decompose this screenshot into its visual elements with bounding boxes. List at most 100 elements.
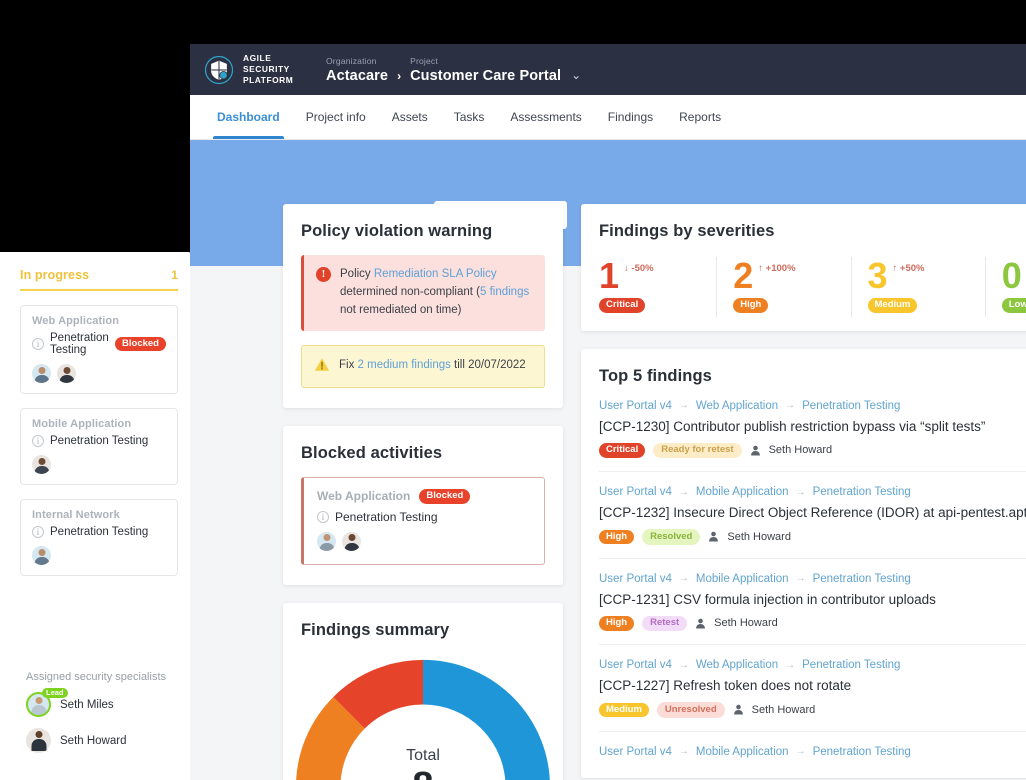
status-badge: Blocked xyxy=(419,489,471,504)
finding-path-asset[interactable]: Web Application xyxy=(696,400,778,412)
finding-path-scope[interactable]: User Portal v4 xyxy=(599,573,672,585)
finding-severity-badge: Medium xyxy=(599,702,649,718)
severity-high[interactable]: 2 ↑ +100% High xyxy=(716,257,850,317)
in-progress-panel-body: In progress 1 Web Application i Penetrat… xyxy=(0,252,192,576)
severity-top: 3 ↑ +50% xyxy=(868,257,985,293)
blocked-activities-title: Blocked activities xyxy=(301,444,443,463)
finding-meta: High Retest Seth Howard Last xyxy=(599,615,1026,632)
policy-violation-card: Policy violation warning ! Policy Remedi… xyxy=(283,204,563,409)
finding-row[interactable]: User Portal v4 → Mobile Application → Pe… xyxy=(599,732,1026,778)
finding-row[interactable]: User Portal v4 → Web Application → Penet… xyxy=(599,386,1026,473)
finding-path-scope[interactable]: User Portal v4 xyxy=(599,746,672,758)
findings-link[interactable]: 5 findings xyxy=(480,286,529,298)
severity-badge: Low xyxy=(1001,298,1026,313)
finding-title[interactable]: [CCP-1232] Insecure Direct Object Refere… xyxy=(599,505,1026,520)
avatar-group xyxy=(32,546,166,565)
finding-meta: Medium Unresolved Seth Howard Last xyxy=(599,702,1026,718)
severity-badge: Critical xyxy=(599,298,646,313)
avatar xyxy=(32,546,51,565)
finding-path-activity[interactable]: Penetration Testing xyxy=(802,400,900,412)
finding-row[interactable]: User Portal v4 → Mobile Application → Pe… xyxy=(599,472,1026,559)
avatar-group xyxy=(32,455,166,474)
tab-dashboard[interactable]: Dashboard xyxy=(204,95,293,139)
warning-triangle-icon xyxy=(314,358,330,372)
findings-donut-wrap: Total 8 findings xyxy=(295,656,551,780)
severity-medium[interactable]: 3 ↑ +50% Medium xyxy=(850,257,985,317)
tab-assets[interactable]: Assets xyxy=(379,95,441,139)
chevron-down-icon[interactable]: ⌄ xyxy=(571,68,581,84)
severity-count: 0 xyxy=(1001,255,1022,296)
finding-row[interactable]: User Portal v4 → Mobile Application → Pe… xyxy=(599,559,1026,646)
policy-link[interactable]: Remediation SLA Policy xyxy=(374,268,497,280)
finding-path-activity[interactable]: Penetration Testing xyxy=(813,486,911,498)
specialist-row[interactable]: Lead Seth Miles xyxy=(26,688,178,717)
info-icon: i xyxy=(317,510,329,523)
finding-path-scope[interactable]: User Portal v4 xyxy=(599,486,672,498)
tab-label: Project info xyxy=(305,110,366,124)
exclamation-circle-icon: ! xyxy=(316,267,331,282)
finding-path-activity[interactable]: Penetration Testing xyxy=(813,573,911,585)
in-progress-header: In progress 1 xyxy=(20,268,178,291)
in-progress-card[interactable]: Web Application i Penetration Testing Bl… xyxy=(20,305,178,394)
avatar-group xyxy=(317,531,531,551)
assigned-specialists-title: Assigned security specialists xyxy=(26,671,167,683)
finding-path-scope[interactable]: User Portal v4 xyxy=(599,400,672,412)
tab-project-info[interactable]: Project info xyxy=(293,95,379,139)
finding-breadcrumb: User Portal v4 → Web Application → Penet… xyxy=(599,659,1026,671)
dashboard-columns: Policy violation warning ! Policy Remedi… xyxy=(190,204,1026,780)
finding-path-asset[interactable]: Web Application xyxy=(696,659,778,671)
tab-tasks[interactable]: Tasks xyxy=(441,95,498,139)
breadcrumb-organization[interactable]: Organization Actacare xyxy=(326,56,388,84)
in-progress-card-asset: Internal Network xyxy=(32,509,120,521)
medium-findings-link[interactable]: 2 medium findings xyxy=(358,359,451,371)
info-icon: i xyxy=(32,338,44,350)
finding-title[interactable]: [CCP-1227] Refresh token does not rotate xyxy=(599,678,1026,693)
in-progress-card-row: i Penetration Testing xyxy=(32,435,166,447)
avatar xyxy=(317,531,336,551)
arrow-right-icon: → xyxy=(795,486,806,498)
severities-body: Findings by severities 1 ↓ -50% Critical xyxy=(581,204,1026,331)
finding-path-activity[interactable]: Penetration Testing xyxy=(802,659,900,671)
finding-title[interactable]: [CCP-1231] CSV formula injection in cont… xyxy=(599,592,1026,607)
tab-reports[interactable]: Reports xyxy=(666,95,734,139)
finding-severity-badge: High xyxy=(599,616,635,631)
finding-assignee: Seth Howard xyxy=(727,530,791,543)
finding-severity-badge: Critical xyxy=(599,443,646,458)
user-icon xyxy=(709,532,719,542)
finding-path-asset[interactable]: Mobile Application xyxy=(696,573,789,585)
breadcrumb-project[interactable]: Project Customer Care Portal xyxy=(410,56,561,84)
policy-warning-alert: Fix 2 medium findings till 20/07/2022 xyxy=(301,345,545,389)
donut-total-number: 8 xyxy=(412,766,433,780)
policy-danger-suffix: not remediated on time) xyxy=(340,303,462,316)
in-progress-card[interactable]: Internal Network i Penetration Testing xyxy=(20,499,178,576)
app-logo[interactable]: AGILE SECURITY PLATFORM xyxy=(204,53,322,85)
finding-meta: High Resolved Seth Howard Last xyxy=(599,529,1026,545)
severity-top: 1 ↓ -50% xyxy=(599,257,716,293)
info-icon: i xyxy=(32,526,44,538)
tab-findings[interactable]: Findings xyxy=(595,95,666,139)
status-badge: Blocked xyxy=(115,336,166,352)
in-progress-title: In progress xyxy=(20,268,90,282)
finding-path-asset[interactable]: Mobile Application xyxy=(696,486,789,498)
finding-path-scope[interactable]: User Portal v4 xyxy=(599,659,672,671)
in-progress-card[interactable]: Mobile Application i Penetration Testing xyxy=(20,408,178,485)
policy-danger-prefix: Policy xyxy=(340,268,374,280)
finding-path-activity[interactable]: Penetration Testing xyxy=(813,746,911,758)
finding-status-badge: Retest xyxy=(642,615,688,632)
policy-danger-text: Policy Remediation SLA Policy determined… xyxy=(340,266,533,319)
screen-root: In progress 1 Web Application i Penetrat… xyxy=(0,0,1026,780)
tab-assessments[interactable]: Assessments xyxy=(497,95,594,139)
severity-critical[interactable]: 1 ↓ -50% Critical xyxy=(599,257,716,317)
in-progress-card-activity: Penetration Testing xyxy=(50,435,149,447)
blocked-activity-item[interactable]: Web Application Blocked i Penetration Te… xyxy=(301,477,545,565)
logo-line-3: PLATFORM xyxy=(243,74,294,85)
policy-danger-middle: determined non-compliant ( xyxy=(340,285,480,298)
specialist-row[interactable]: Seth Howard xyxy=(26,728,178,753)
severity-low[interactable]: 0 ↓ -100% Low xyxy=(984,255,1026,317)
user-icon xyxy=(733,705,743,715)
project-label: Project xyxy=(410,55,438,66)
finding-path-asset[interactable]: Mobile Application xyxy=(696,746,789,758)
finding-title[interactable]: [CCP-1230] Contributor publish restricti… xyxy=(599,419,1026,434)
nav-tabs: Dashboard Project info Assets Tasks Asse… xyxy=(190,95,1026,140)
finding-row[interactable]: User Portal v4 → Web Application → Penet… xyxy=(599,645,1026,732)
